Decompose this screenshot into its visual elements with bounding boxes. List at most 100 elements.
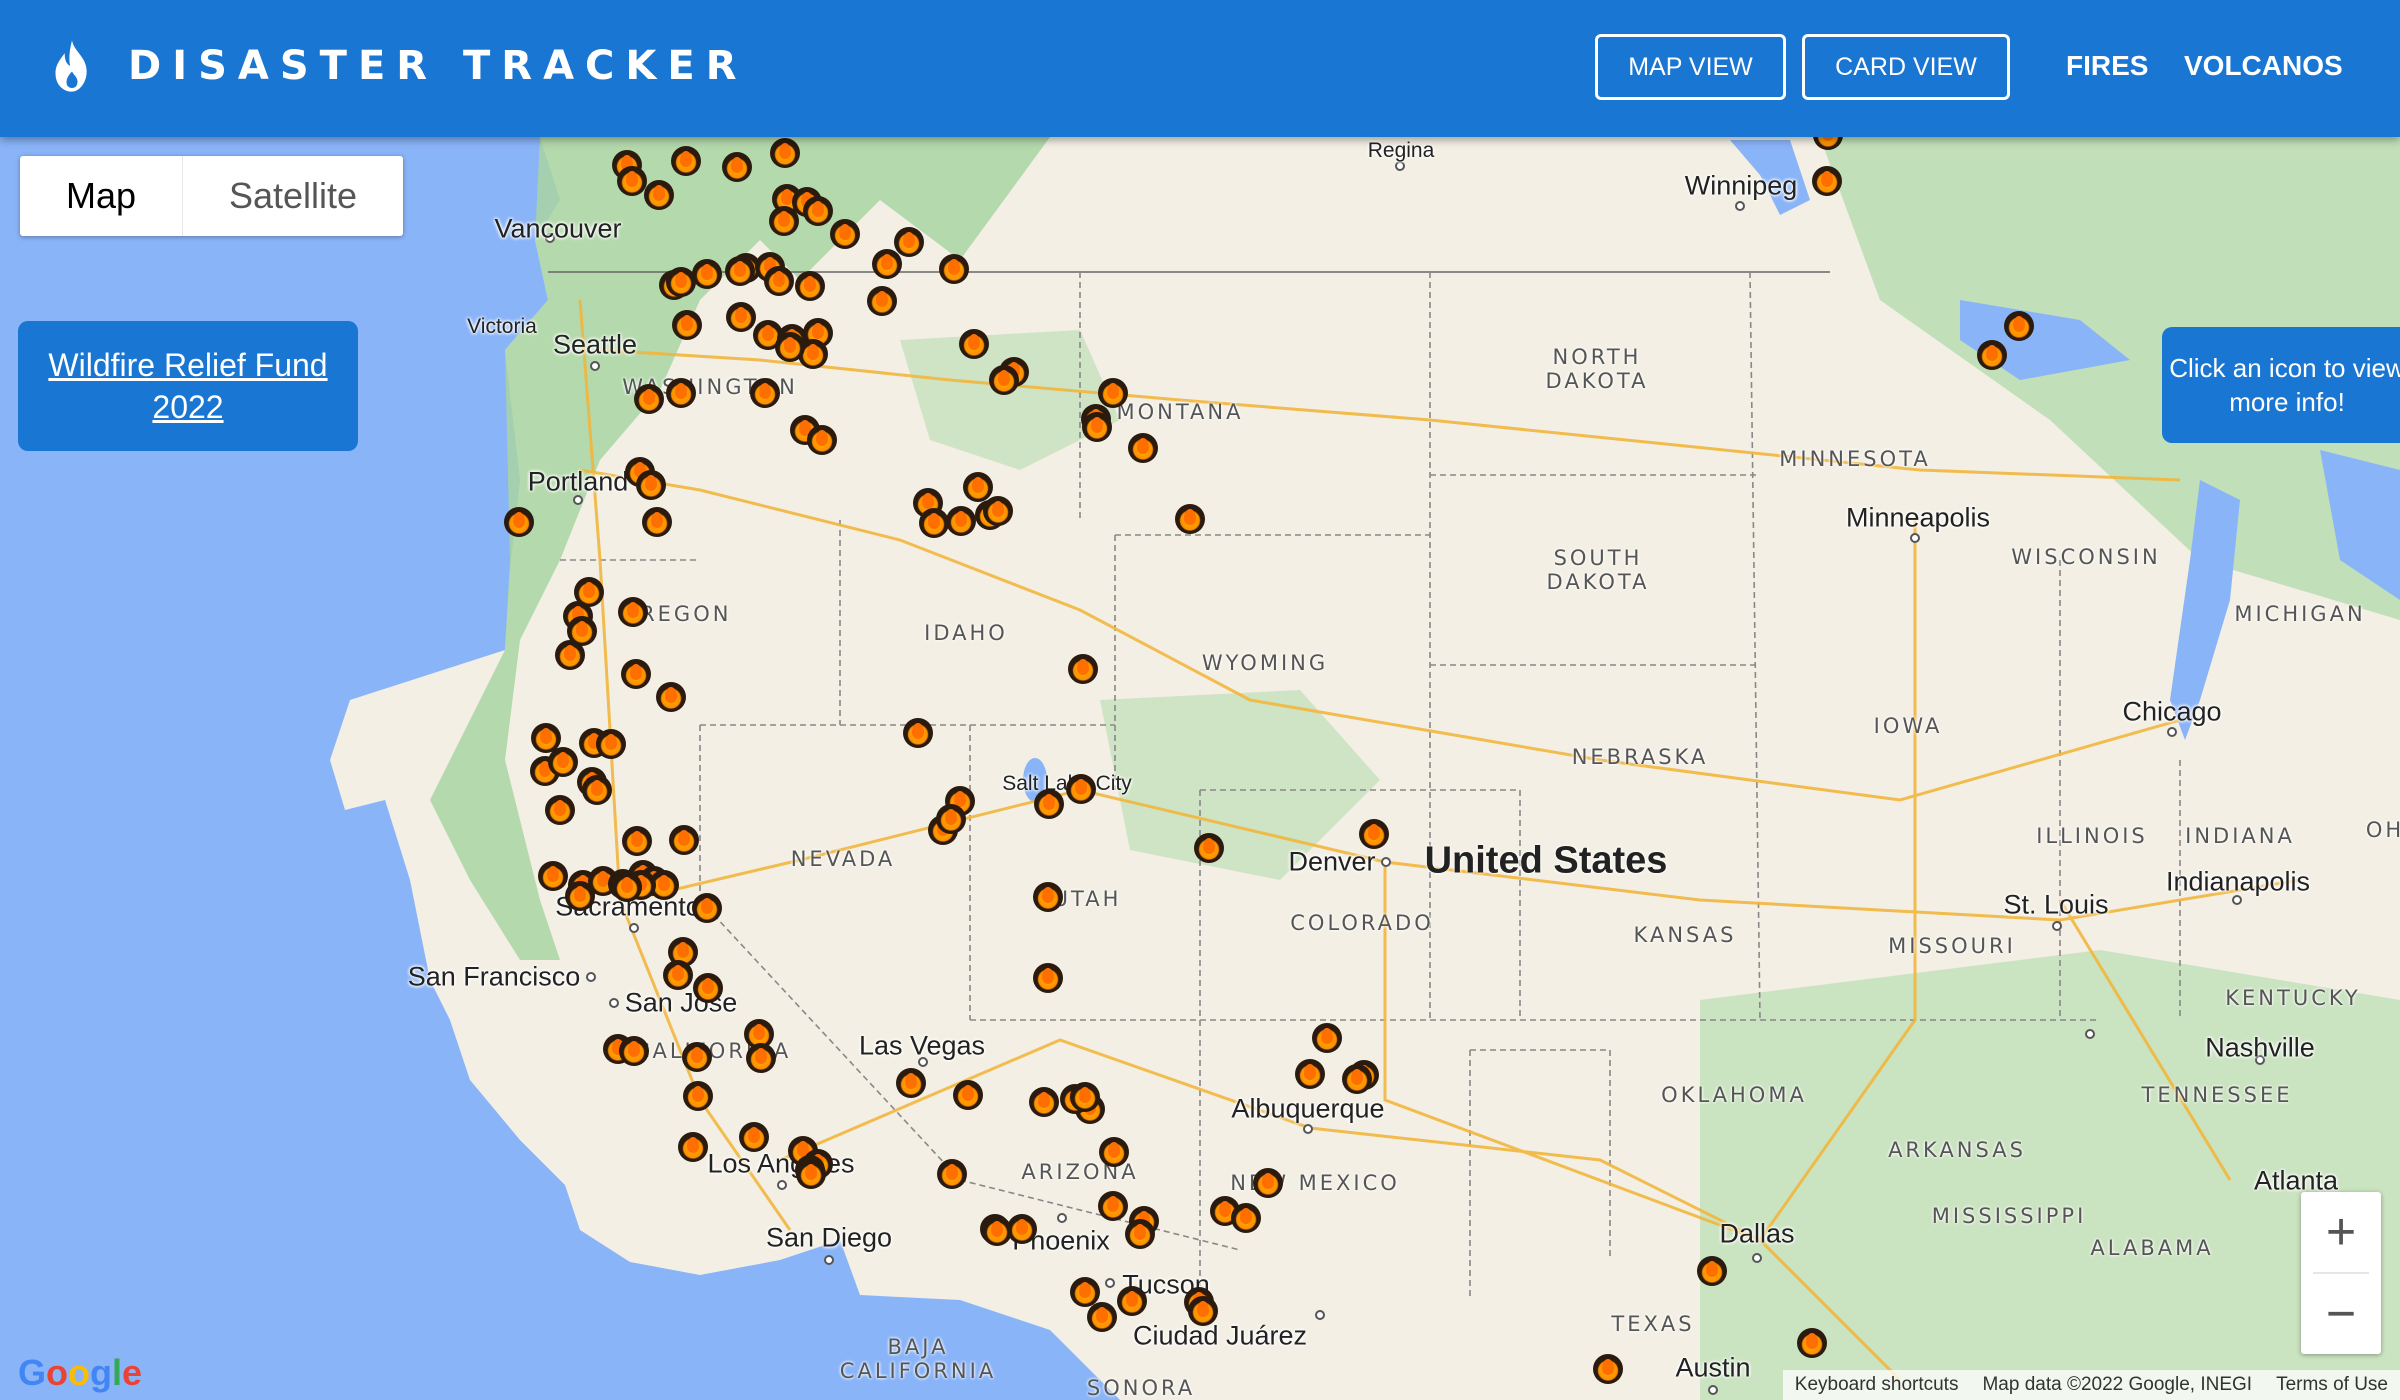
fire-marker-icon[interactable] — [1128, 433, 1158, 463]
fire-marker-icon[interactable] — [1188, 1296, 1218, 1326]
fire-marker-icon[interactable] — [617, 166, 647, 196]
fire-marker-icon[interactable] — [612, 872, 642, 902]
map-type-map-button[interactable]: Map — [20, 156, 182, 236]
fire-marker-icon[interactable] — [896, 1068, 926, 1098]
fire-marker-icon[interactable] — [582, 775, 612, 805]
fire-marker-icon[interactable] — [722, 152, 752, 182]
fire-marker-icon[interactable] — [1098, 378, 1128, 408]
fire-marker-icon[interactable] — [1034, 789, 1064, 819]
fire-marker-icon[interactable] — [1082, 412, 1112, 442]
fire-marker-icon[interactable] — [739, 1122, 769, 1152]
fire-marker-icon[interactable] — [621, 659, 651, 689]
fire-marker-icon[interactable] — [1359, 819, 1389, 849]
map-canvas[interactable]: Regina Winnipeg Vancouver Victoria Seatt… — [0, 137, 2400, 1400]
fire-marker-icon[interactable] — [764, 266, 794, 296]
fire-marker-icon[interactable] — [682, 1042, 712, 1072]
keyboard-shortcuts-link[interactable]: Keyboard shortcuts — [1783, 1370, 1971, 1400]
fire-marker-icon[interactable] — [1033, 882, 1063, 912]
fire-marker-icon[interactable] — [1033, 963, 1063, 993]
fire-marker-icon[interactable] — [1295, 1059, 1325, 1089]
fire-marker-icon[interactable] — [1098, 1191, 1128, 1221]
fire-marker-icon[interactable] — [830, 219, 860, 249]
terms-of-use-link[interactable]: Terms of Use — [2264, 1370, 2400, 1400]
fire-marker-icon[interactable] — [636, 470, 666, 500]
fire-marker-icon[interactable] — [1066, 774, 1096, 804]
fire-marker-icon[interactable] — [1977, 340, 2007, 370]
fire-marker-icon[interactable] — [634, 384, 664, 414]
fire-marker-icon[interactable] — [1253, 1168, 1283, 1198]
fire-marker-icon[interactable] — [1117, 1286, 1147, 1316]
fire-marker-icon[interactable] — [903, 718, 933, 748]
fire-marker-icon[interactable] — [775, 332, 805, 362]
fire-marker-icon[interactable] — [953, 1080, 983, 1110]
fire-marker-icon[interactable] — [619, 1036, 649, 1066]
fire-marker-icon[interactable] — [946, 506, 976, 536]
fire-marker-icon[interactable] — [726, 302, 756, 332]
fire-marker-icon[interactable] — [692, 259, 722, 289]
fire-marker-icon[interactable] — [1342, 1064, 1372, 1094]
map-type-satellite-button[interactable]: Satellite — [183, 156, 403, 236]
fire-marker-icon[interactable] — [725, 256, 755, 286]
fire-marker-icon[interactable] — [538, 861, 568, 891]
wildfire-relief-fund-button[interactable]: Wildfire Relief Fund 2022 — [18, 321, 358, 451]
fire-marker-icon[interactable] — [672, 310, 702, 340]
fire-marker-icon[interactable] — [683, 1081, 713, 1111]
fire-marker-icon[interactable] — [1175, 504, 1205, 534]
fire-marker-icon[interactable] — [678, 1132, 708, 1162]
fire-marker-icon[interactable] — [936, 804, 966, 834]
fire-marker-icon[interactable] — [770, 138, 800, 168]
fire-marker-icon[interactable] — [1312, 1023, 1342, 1053]
fire-marker-icon[interactable] — [504, 507, 534, 537]
fire-marker-icon[interactable] — [795, 271, 825, 301]
fire-marker-icon[interactable] — [1194, 833, 1224, 863]
fire-marker-icon[interactable] — [545, 795, 575, 825]
fire-marker-icon[interactable] — [746, 1043, 776, 1073]
fire-marker-icon[interactable] — [618, 597, 648, 627]
fire-marker-icon[interactable] — [1231, 1203, 1261, 1233]
fire-marker-icon[interactable] — [796, 1159, 826, 1189]
fire-marker-icon[interactable] — [2004, 311, 2034, 341]
fire-marker-icon[interactable] — [939, 254, 969, 284]
fire-marker-icon[interactable] — [963, 472, 993, 502]
fire-marker-icon[interactable] — [693, 973, 723, 1003]
fire-marker-icon[interactable] — [596, 729, 626, 759]
zoom-out-button[interactable]: − — [2301, 1274, 2381, 1354]
map-view-button[interactable]: MAP VIEW — [1595, 34, 1786, 100]
fire-marker-icon[interactable] — [622, 826, 652, 856]
fire-marker-icon[interactable] — [642, 507, 672, 537]
fire-marker-icon[interactable] — [937, 1159, 967, 1189]
fire-marker-icon[interactable] — [982, 1216, 1012, 1246]
fire-marker-icon[interactable] — [867, 286, 897, 316]
fire-marker-icon[interactable] — [1068, 654, 1098, 684]
fire-marker-icon[interactable] — [548, 747, 578, 777]
fire-marker-icon[interactable] — [656, 682, 686, 712]
fire-marker-icon[interactable] — [1029, 1087, 1059, 1117]
fire-marker-icon[interactable] — [989, 365, 1019, 395]
volcanos-link[interactable]: VOLCANOS — [2184, 50, 2343, 82]
fire-marker-icon[interactable] — [959, 329, 989, 359]
fire-marker-icon[interactable] — [1125, 1219, 1155, 1249]
card-view-button[interactable]: CARD VIEW — [1802, 34, 2010, 100]
fire-marker-icon[interactable] — [894, 227, 924, 257]
fire-marker-icon[interactable] — [555, 640, 585, 670]
fire-marker-icon[interactable] — [1797, 1328, 1827, 1358]
fire-marker-icon[interactable] — [750, 378, 780, 408]
fire-marker-icon[interactable] — [1593, 1354, 1623, 1384]
fire-marker-icon[interactable] — [983, 496, 1013, 526]
zoom-in-button[interactable]: + — [2301, 1192, 2381, 1272]
fire-marker-icon[interactable] — [919, 508, 949, 538]
fire-marker-icon[interactable] — [644, 180, 674, 210]
fire-marker-icon[interactable] — [565, 881, 595, 911]
fire-marker-icon[interactable] — [1697, 1256, 1727, 1286]
fire-marker-icon[interactable] — [666, 378, 696, 408]
fire-marker-icon[interactable] — [1070, 1082, 1100, 1112]
fire-marker-icon[interactable] — [692, 893, 722, 923]
fire-marker-icon[interactable] — [872, 249, 902, 279]
fire-marker-icon[interactable] — [1087, 1302, 1117, 1332]
fire-marker-icon[interactable] — [1099, 1137, 1129, 1167]
fire-marker-icon[interactable] — [669, 825, 699, 855]
fire-marker-icon[interactable] — [663, 960, 693, 990]
brand[interactable]: DISASTER TRACKER — [50, 38, 748, 94]
fire-marker-icon[interactable] — [769, 206, 799, 236]
fire-marker-icon[interactable] — [803, 196, 833, 226]
